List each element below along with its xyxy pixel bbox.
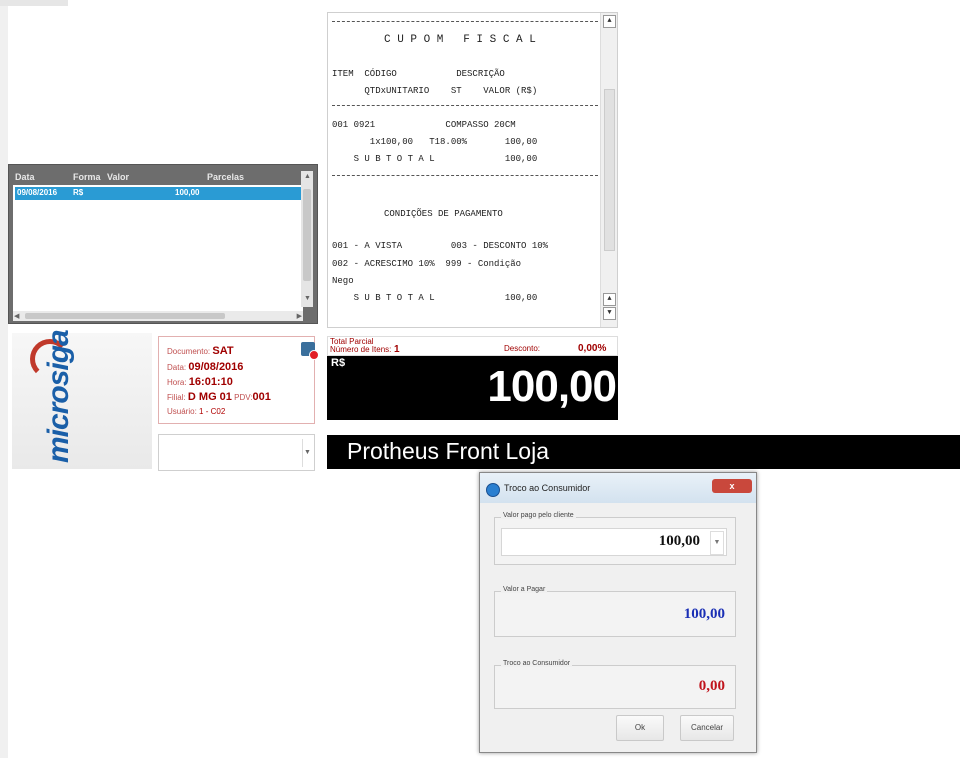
coupon-scroll-thumb[interactable]	[604, 89, 615, 251]
valor-pago-value: 100,00	[658, 533, 700, 549]
coupon-title: C U P O M F I S C A L	[384, 34, 536, 46]
dialog-title: Troco ao Consumidor	[504, 483, 591, 493]
hora-label: Hora:	[167, 378, 187, 387]
coupon-col-header-1: ITEM CÓDIGO DESCRIÇÃO	[332, 69, 505, 79]
num-itens-label: Número de Itens:	[330, 345, 392, 354]
valor-pago-label: Valor pago pelo cliente	[501, 512, 576, 519]
close-button[interactable]: x	[712, 479, 752, 493]
troco-label: Troco ao Consumidor	[501, 660, 573, 667]
grid-body: 09/08/2016 R$ 100,00	[13, 185, 303, 313]
troco-group: Troco ao Consumidor 0,00	[494, 660, 736, 709]
grid-hscroll-thumb[interactable]	[25, 313, 225, 319]
divider	[332, 105, 598, 106]
coupon-subtotal: S U B T O T A L 100,00	[332, 293, 538, 303]
total-amount: 100,00	[487, 362, 617, 411]
row-date: 09/08/2016	[17, 188, 58, 197]
pdv-label: PDV:	[234, 393, 253, 402]
ok-button[interactable]: Ok	[616, 715, 664, 741]
documento-value: SAT	[212, 345, 234, 357]
payment-conditions-title: CONDIÇÕES DE PAGAMENTO	[384, 209, 503, 219]
valor-pagar-value: 100,00	[683, 606, 725, 622]
valor-pago-input[interactable]: 100,00 ▼	[501, 528, 727, 556]
grid-horizontal-scrollbar[interactable]: ◀ ▶	[13, 311, 303, 321]
coupon-subtotal: S U B T O T A L 100,00	[332, 154, 538, 164]
scroll-up-icon[interactable]: ▲	[603, 293, 616, 306]
data-label: Data:	[167, 363, 187, 372]
filial-label: Filial:	[167, 393, 186, 402]
logo-text: microsiga	[42, 330, 75, 463]
divider	[332, 175, 598, 176]
pdv-value: 001	[252, 391, 271, 403]
grid-header-value[interactable]: Valor	[107, 172, 129, 182]
scroll-right-icon[interactable]: ▶	[297, 312, 302, 320]
usuario-value: 1 - C02	[199, 407, 226, 416]
top-strip	[0, 0, 68, 6]
coupon-item-line: 001 0921 COMPASSO 20CM	[332, 120, 516, 130]
selector-combo[interactable]: ▼	[158, 434, 315, 471]
spinner-icon[interactable]: ▼	[710, 531, 724, 555]
change-dialog: Troco ao Consumidor x Valor pago pelo cl…	[479, 472, 757, 753]
grid-header: Data Forma Valor Parcelas	[11, 171, 299, 185]
payment-condition-line: 002 - ACRESCIMO 10% 999 - Condição	[332, 259, 522, 269]
document-status-icon[interactable]	[301, 342, 319, 360]
num-itens-value: 1	[394, 344, 400, 355]
hora-value: 16:01:10	[188, 376, 233, 388]
payment-condition-line: Nego	[332, 276, 354, 286]
coupon-item-detail: 1x100,00 T18.00% 100,00	[332, 137, 538, 147]
dialog-titlebar: Troco ao Consumidor x	[480, 473, 756, 503]
coupon-scrollbar[interactable]: ▲ ▲ ▼	[600, 13, 617, 327]
totals-panel: Total Parcial Número de Itens: 1 Descont…	[327, 336, 618, 420]
left-edge	[0, 0, 8, 758]
valor-pago-group: Valor pago pelo cliente 100,00 ▼	[494, 512, 736, 565]
scroll-up-icon[interactable]: ▲	[603, 15, 616, 28]
grid-vscroll-thumb[interactable]	[303, 189, 311, 281]
document-info-panel: Documento: SAT Data: 09/08/2016 Hora: 16…	[158, 336, 319, 424]
payment-condition-line: 001 - A VISTA 003 - DESCONTO 10%	[332, 241, 549, 251]
desconto-label: Desconto:	[504, 344, 541, 353]
coupon-col-header-2: QTDxUNITARIO ST VALOR (R$)	[332, 86, 538, 96]
valor-pagar-group: Valor a Pagar 100,00	[494, 586, 736, 637]
chevron-down-icon[interactable]: ▼	[302, 439, 312, 467]
grid-header-installments[interactable]: Parcelas	[207, 172, 244, 182]
app-title-bar: Protheus Front Loja	[327, 435, 960, 469]
grid-header-form[interactable]: Forma	[73, 172, 101, 182]
scroll-down-icon[interactable]: ▼	[304, 295, 311, 302]
payments-grid[interactable]: Data Forma Valor Parcelas 09/08/2016 R$ …	[8, 164, 318, 324]
troco-value: 0,00	[698, 678, 725, 694]
app-title: Protheus Front Loja	[347, 438, 550, 464]
scroll-left-icon[interactable]: ◀	[14, 312, 19, 320]
divider	[332, 21, 598, 22]
scroll-up-icon[interactable]: ▲	[304, 173, 311, 180]
desconto-value: 0,00%	[578, 343, 607, 354]
currency-label: R$	[331, 357, 346, 369]
fiscal-coupon[interactable]: C U P O M F I S C A L ITEM CÓDIGO DESCRI…	[327, 12, 618, 328]
cancel-button[interactable]: Cancelar	[680, 715, 734, 741]
totals-info-band: Total Parcial Número de Itens: 1 Descont…	[327, 336, 618, 356]
grid-header-date[interactable]: Data	[15, 172, 35, 182]
grid-vertical-scrollbar[interactable]: ▲ ▼	[301, 171, 313, 307]
microsiga-logo: microsiga	[12, 330, 152, 469]
row-value: 100,00	[175, 188, 200, 197]
documento-label: Documento:	[167, 347, 211, 356]
filial-value: D MG 01	[187, 391, 232, 403]
valor-pagar-label: Valor a Pagar	[501, 586, 548, 593]
data-value: 09/08/2016	[188, 361, 244, 373]
row-form: R$	[73, 188, 84, 197]
app-icon	[486, 483, 500, 497]
scroll-down-icon[interactable]: ▼	[603, 307, 616, 320]
table-row[interactable]: 09/08/2016 R$ 100,00	[15, 187, 301, 200]
usuario-label: Usuário:	[167, 407, 197, 416]
